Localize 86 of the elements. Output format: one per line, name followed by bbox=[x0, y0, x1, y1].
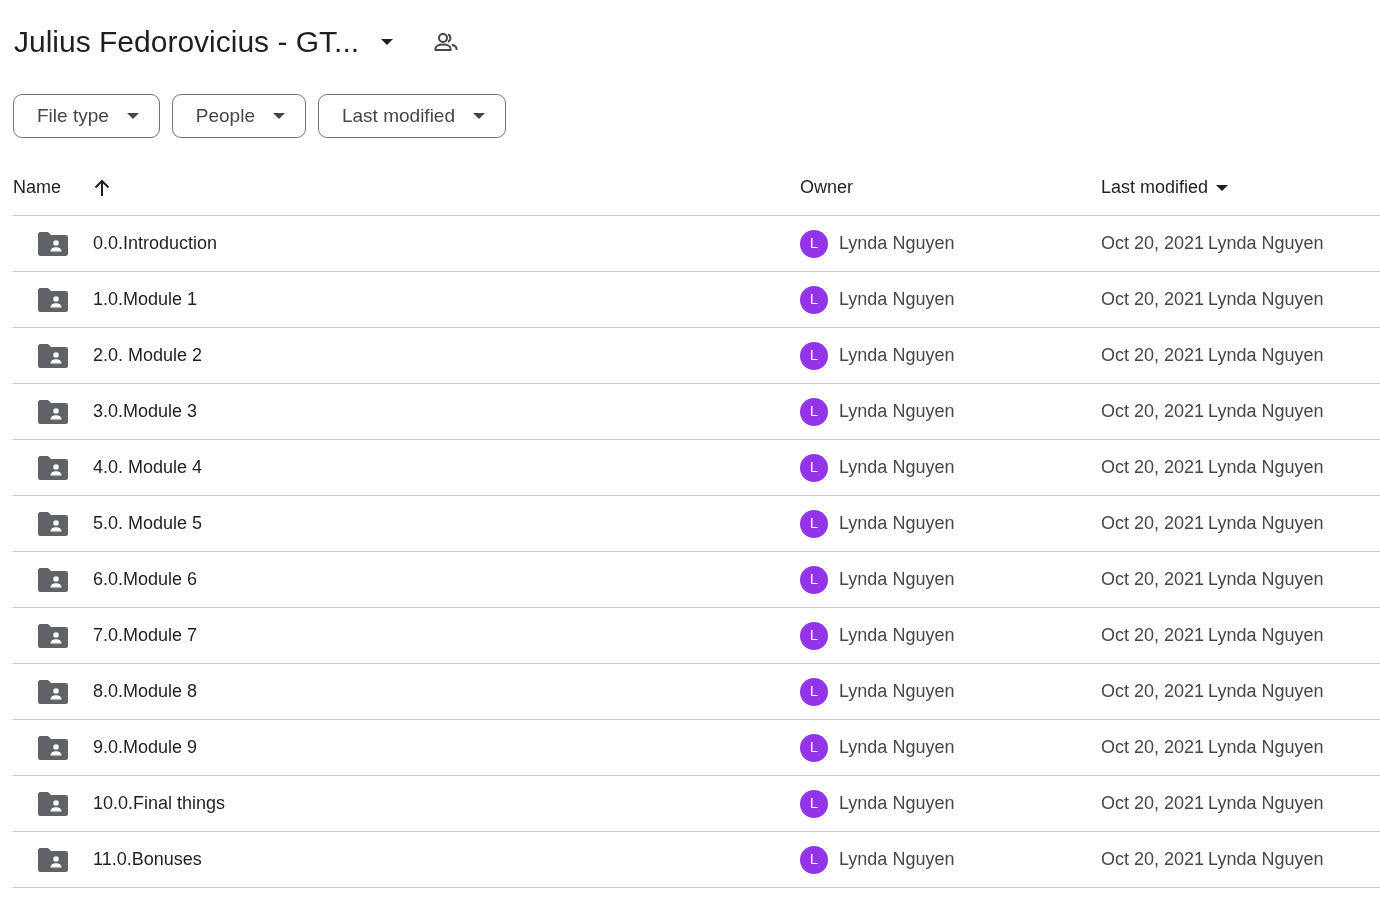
modified-date: Oct 20, 2021 bbox=[1101, 232, 1205, 255]
people-icon[interactable] bbox=[434, 32, 459, 52]
folder-name[interactable]: 10.0.Final things bbox=[93, 790, 226, 817]
owner-name: Lynda Nguyen bbox=[839, 288, 955, 311]
avatar-icon: L bbox=[800, 509, 828, 538]
owner-name: Lynda Nguyen bbox=[839, 568, 955, 591]
folder-person-icon bbox=[38, 623, 68, 648]
folder-name[interactable]: 5.0. Module 5 bbox=[93, 510, 203, 537]
modified-by: Lynda Nguyen bbox=[1208, 792, 1324, 815]
folder-name[interactable]: 2.0. Module 2 bbox=[93, 342, 203, 369]
avatar-icon: L bbox=[800, 733, 828, 762]
owner-name: Lynda Nguyen bbox=[839, 624, 955, 647]
column-header[interactable]: Name bbox=[13, 174, 61, 201]
modified-date: Oct 20, 2021 bbox=[1101, 400, 1205, 423]
folder-name[interactable]: 11.0.Bonuses bbox=[93, 846, 202, 873]
filter-dropdown[interactable]: People bbox=[171, 94, 306, 138]
folder-person-icon bbox=[38, 399, 68, 424]
avatar-icon: L bbox=[800, 565, 828, 594]
modified-date: Oct 20, 2021 bbox=[1101, 344, 1205, 367]
owner-name: Lynda Nguyen bbox=[839, 456, 955, 479]
folder-name[interactable]: 9.0.Module 9 bbox=[93, 734, 198, 761]
caret-icon[interactable] bbox=[1216, 184, 1229, 191]
modified-by: Lynda Nguyen bbox=[1208, 736, 1324, 759]
modified-by: Lynda Nguyen bbox=[1208, 344, 1324, 367]
folder-name[interactable]: 4.0. Module 4 bbox=[93, 454, 203, 481]
modified-by: Lynda Nguyen bbox=[1208, 568, 1324, 591]
avatar-icon: L bbox=[800, 845, 828, 874]
owner-name: Lynda Nguyen bbox=[839, 232, 955, 255]
modified-date: Oct 20, 2021 bbox=[1101, 456, 1205, 479]
caret-icon bbox=[473, 113, 485, 119]
owner-name: Lynda Nguyen bbox=[839, 680, 955, 703]
folder-person-icon bbox=[38, 735, 68, 760]
modified-by: Lynda Nguyen bbox=[1208, 400, 1324, 423]
folder-person-icon bbox=[38, 847, 68, 872]
folder-person-icon bbox=[38, 231, 68, 256]
folder-person-icon bbox=[38, 567, 68, 592]
modified-by: Lynda Nguyen bbox=[1208, 512, 1324, 535]
avatar-icon: L bbox=[800, 453, 828, 482]
folder-person-icon bbox=[38, 791, 68, 816]
avatar-icon: L bbox=[800, 621, 828, 650]
owner-name: Lynda Nguyen bbox=[839, 400, 955, 423]
modified-date: Oct 20, 2021 bbox=[1101, 792, 1205, 815]
folder-person-icon bbox=[38, 511, 68, 536]
modified-by: Lynda Nguyen bbox=[1208, 232, 1324, 255]
filter-dropdown[interactable]: File type bbox=[13, 94, 160, 138]
folder-name[interactable]: 6.0.Module 6 bbox=[93, 566, 198, 593]
owner-name: Lynda Nguyen bbox=[839, 792, 955, 815]
modified-by: Lynda Nguyen bbox=[1208, 624, 1324, 647]
avatar-icon: L bbox=[800, 397, 828, 426]
modified-date: Oct 20, 2021 bbox=[1101, 848, 1205, 871]
modified-by: Lynda Nguyen bbox=[1208, 848, 1324, 871]
filter-dropdown[interactable]: Last modified bbox=[318, 94, 506, 138]
caret-icon bbox=[273, 113, 285, 119]
owner-name: Lynda Nguyen bbox=[839, 344, 955, 367]
folder-person-icon bbox=[38, 343, 68, 368]
column-header[interactable]: Last modified bbox=[1101, 174, 1209, 201]
folder-name[interactable]: 7.0.Module 7 bbox=[93, 622, 198, 649]
caret-icon bbox=[126, 113, 139, 119]
avatar-icon: L bbox=[800, 677, 828, 706]
modified-date: Oct 20, 2021 bbox=[1101, 680, 1205, 703]
modified-date: Oct 20, 2021 bbox=[1101, 512, 1205, 535]
folder-person-icon bbox=[38, 287, 68, 312]
folder-person-icon bbox=[38, 455, 68, 480]
folder-name[interactable]: 3.0.Module 3 bbox=[93, 398, 198, 425]
folder-name[interactable]: 8.0.Module 8 bbox=[93, 678, 198, 705]
folder-name[interactable]: 1.0.Module 1 bbox=[93, 286, 198, 313]
up-arrow-icon[interactable] bbox=[93, 178, 111, 197]
owner-name: Lynda Nguyen bbox=[839, 512, 955, 535]
modified-by: Lynda Nguyen bbox=[1208, 680, 1324, 703]
folder-person-icon bbox=[38, 679, 68, 704]
modified-date: Oct 20, 2021 bbox=[1101, 288, 1205, 311]
column-header[interactable]: Owner bbox=[800, 174, 853, 201]
caret-icon[interactable] bbox=[381, 39, 394, 45]
avatar-icon: L bbox=[800, 285, 828, 314]
folder-title: Julius Fedorovicius - GT... bbox=[14, 24, 360, 60]
modified-date: Oct 20, 2021 bbox=[1101, 624, 1205, 647]
avatar-icon: L bbox=[800, 789, 828, 818]
avatar-icon: L bbox=[800, 229, 828, 258]
modified-by: Lynda Nguyen bbox=[1208, 288, 1324, 311]
avatar-icon: L bbox=[800, 341, 828, 370]
modified-date: Oct 20, 2021 bbox=[1101, 736, 1205, 759]
modified-date: Oct 20, 2021 bbox=[1101, 568, 1205, 591]
owner-name: Lynda Nguyen bbox=[839, 848, 955, 871]
owner-name: Lynda Nguyen bbox=[839, 736, 955, 759]
modified-by: Lynda Nguyen bbox=[1208, 456, 1324, 479]
folder-name[interactable]: 0.0.Introduction bbox=[93, 230, 218, 257]
